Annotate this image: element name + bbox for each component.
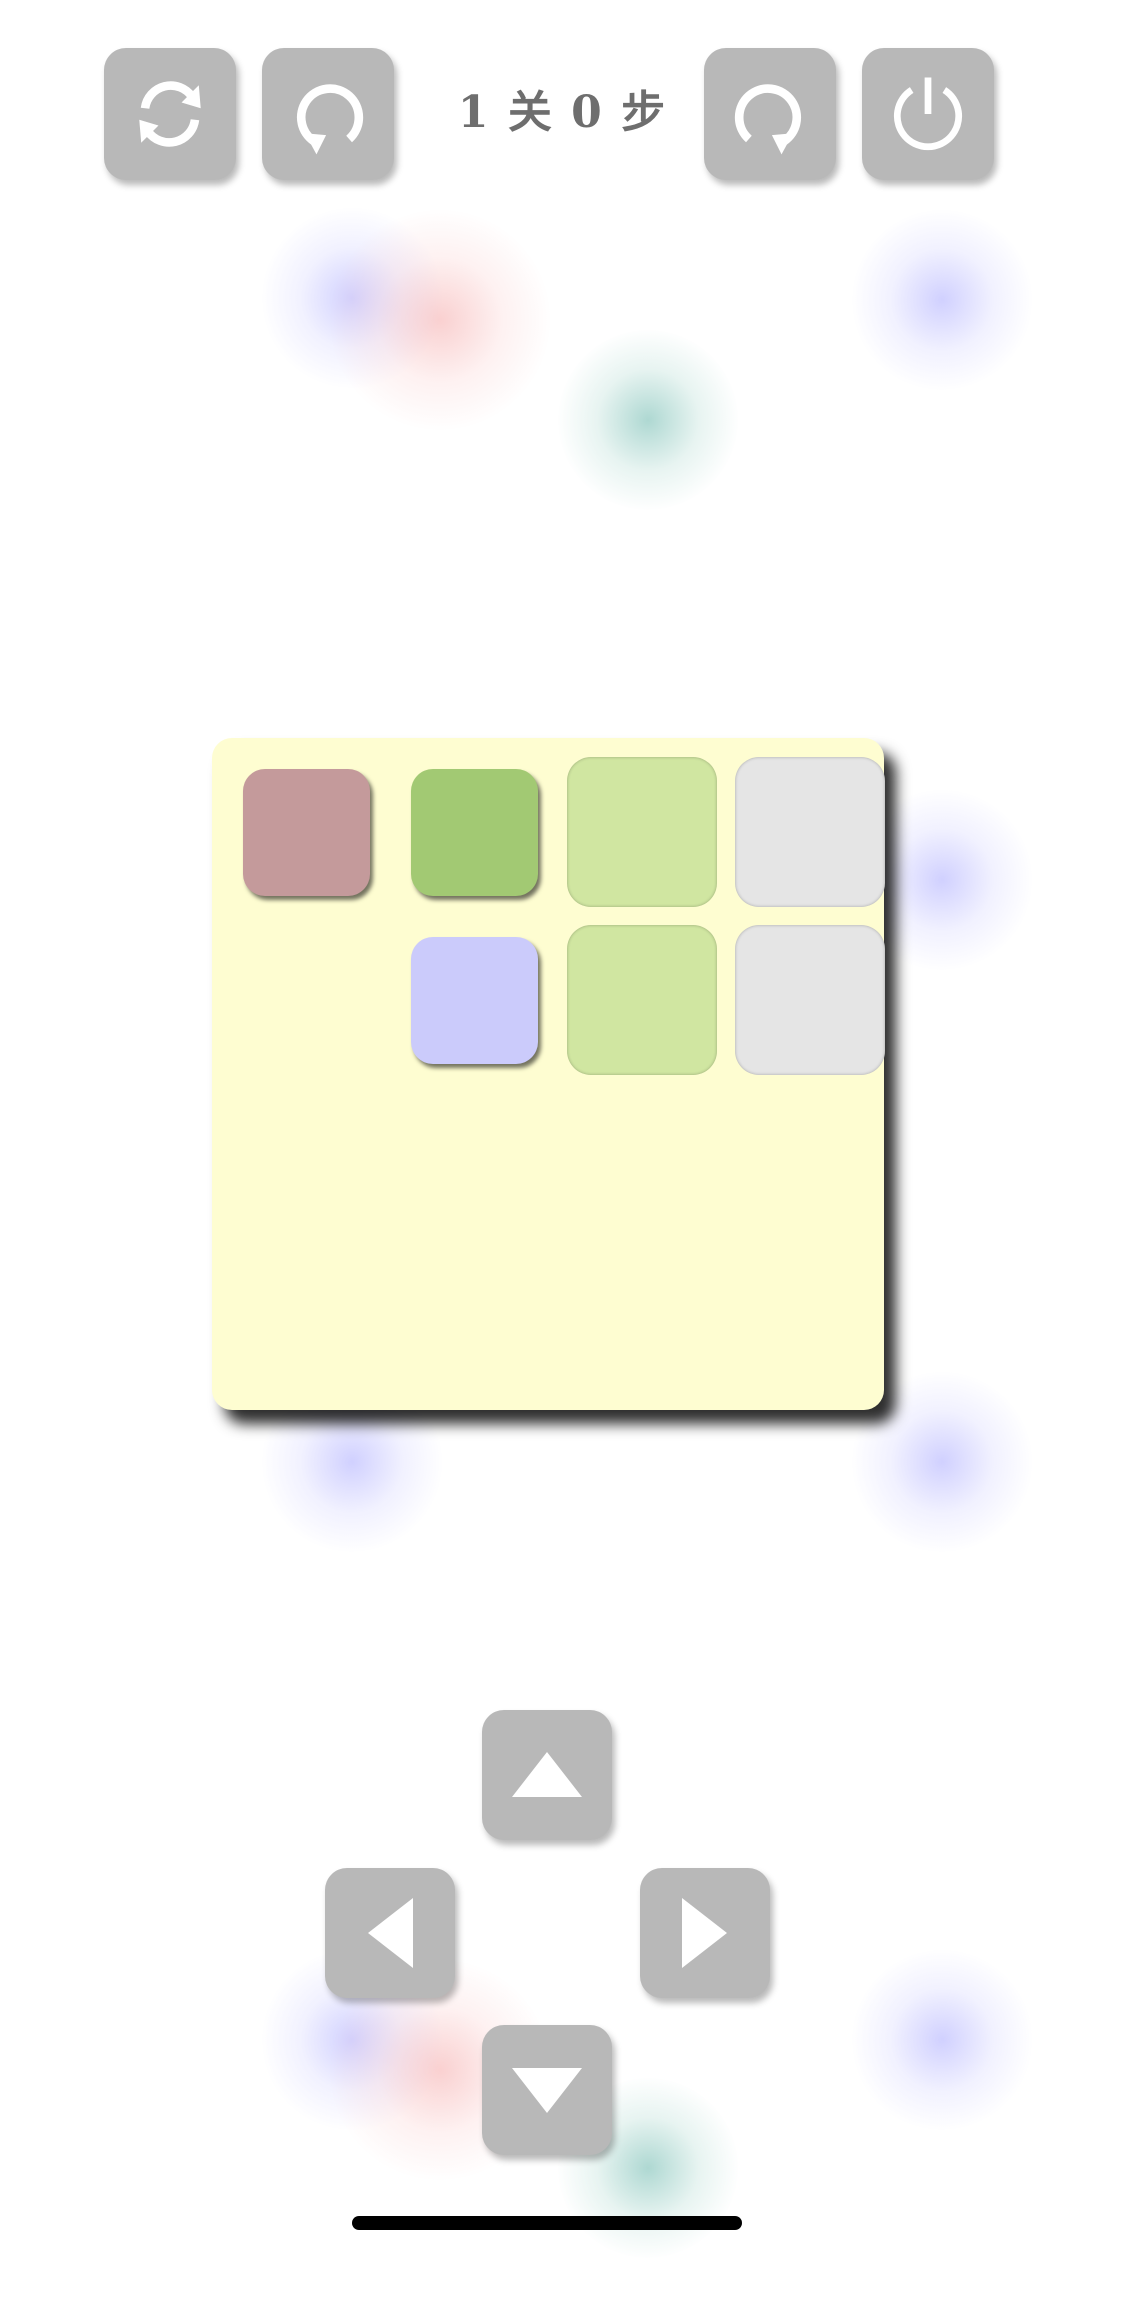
power-icon (893, 77, 963, 151)
level-step-counter: 1 关 0 步 (457, 87, 668, 138)
home-indicator (352, 2216, 742, 2230)
block-piece[interactable] (410, 768, 538, 896)
refresh-arrows-icon (139, 81, 201, 147)
up-button[interactable] (482, 1710, 612, 1840)
target-tile (567, 757, 717, 907)
target-tile (567, 925, 717, 1075)
redo-button[interactable] (704, 48, 836, 180)
block-piece[interactable] (242, 768, 370, 896)
right-button[interactable] (640, 1868, 770, 1998)
restart-button[interactable] (104, 48, 236, 180)
target-tile (735, 757, 885, 907)
background-blob (852, 210, 1032, 390)
redo-arrow-icon (734, 84, 802, 155)
triangle-up-icon (512, 1752, 582, 1797)
background-blob (558, 330, 738, 510)
background-blob (852, 1950, 1032, 2130)
triangle-down-icon (512, 2068, 582, 2113)
background-blob (262, 208, 442, 388)
left-button[interactable] (325, 1868, 455, 1998)
triangle-right-icon (682, 1898, 727, 1968)
power-button[interactable] (862, 48, 994, 180)
undo-button[interactable] (262, 48, 394, 180)
target-tile (735, 925, 885, 1075)
block-piece[interactable] (410, 936, 538, 1064)
game-board (212, 738, 885, 1410)
triangle-left-icon (368, 1898, 413, 1968)
background-blob (330, 210, 550, 430)
down-button[interactable] (482, 2025, 612, 2155)
undo-arrow-icon (296, 84, 364, 155)
